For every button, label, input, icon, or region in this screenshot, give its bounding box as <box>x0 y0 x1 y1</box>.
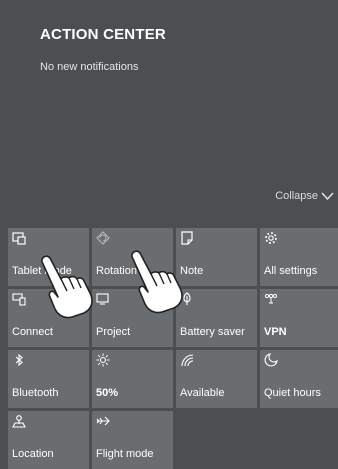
tile-label: Flight mode <box>96 448 154 460</box>
quick-actions-grid: Tablet mode Rotation Note All settings C… <box>8 228 338 469</box>
project-icon <box>96 293 109 305</box>
tile-tablet-mode[interactable]: Tablet mode <box>8 228 89 286</box>
tile-label: All settings <box>264 265 318 277</box>
tile-location[interactable]: Location <box>8 411 89 469</box>
tile-connect[interactable]: Connect <box>8 289 89 347</box>
location-icon <box>12 415 26 428</box>
tile-battery-saver[interactable]: Battery saver <box>176 289 257 347</box>
rotation-lock-icon <box>96 231 110 245</box>
tile-rotation[interactable]: Rotation <box>92 228 173 286</box>
tile-label: Bluetooth <box>12 387 59 399</box>
moon-icon <box>264 353 278 367</box>
note-icon <box>181 231 193 245</box>
wifi-icon <box>181 354 194 367</box>
tile-label: 50% <box>96 387 119 399</box>
tile-flight-mode[interactable]: Flight mode <box>92 411 173 469</box>
tile-wifi[interactable]: Available <box>176 350 257 408</box>
tile-all-settings[interactable]: All settings <box>260 228 338 286</box>
tile-label: Note <box>180 265 204 277</box>
tile-bluetooth[interactable]: Bluetooth <box>8 350 89 408</box>
tile-label: VPN <box>264 326 287 338</box>
tile-label: Project <box>96 326 131 338</box>
action-center-panel: ACTION CENTER No new notifications Colla… <box>0 0 338 469</box>
brightness-icon <box>96 353 110 367</box>
tile-label: Tablet mode <box>12 265 72 277</box>
airplane-icon <box>96 416 110 426</box>
tile-label: Available <box>180 387 225 399</box>
connect-icon <box>12 293 26 306</box>
tile-project[interactable]: Project <box>92 289 173 347</box>
tile-label: Quiet hours <box>264 387 321 399</box>
no-notifications-message: No new notifications <box>40 61 139 73</box>
chevron-down-icon <box>321 191 334 200</box>
tile-label: Location <box>12 448 54 460</box>
tile-brightness[interactable]: 50% <box>92 350 173 408</box>
collapse-button[interactable]: Collapse <box>275 190 334 202</box>
gear-icon <box>265 232 277 244</box>
battery-saver-icon <box>183 292 191 305</box>
tile-note[interactable]: Note <box>176 228 257 286</box>
tile-vpn[interactable]: VPN <box>260 289 338 347</box>
vpn-icon <box>264 293 278 304</box>
collapse-label: Collapse <box>275 190 318 202</box>
tile-label: Connect <box>12 326 53 338</box>
bluetooth-icon <box>15 353 23 367</box>
tablet-mode-icon <box>12 232 26 245</box>
tile-label: Battery saver <box>180 326 245 338</box>
tile-label: Rotation <box>96 265 137 277</box>
action-center-title: ACTION CENTER <box>40 26 166 43</box>
tile-quiet-hours[interactable]: Quiet hours <box>260 350 338 408</box>
